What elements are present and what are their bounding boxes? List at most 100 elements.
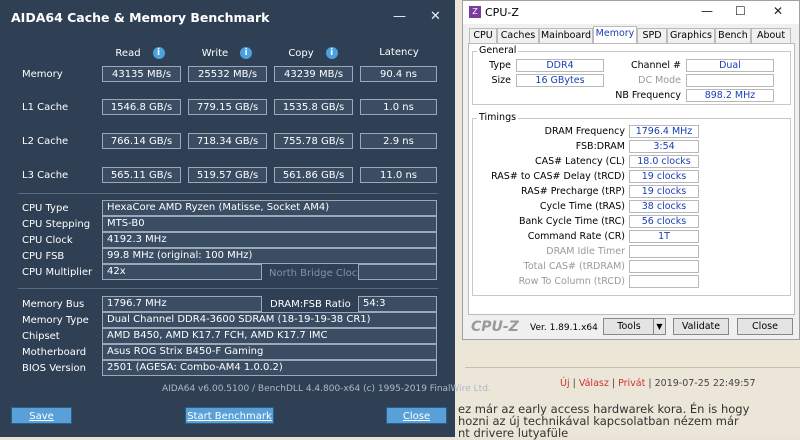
cpu-multiplier-value: 42x	[102, 264, 262, 280]
cpu-clock-value: 4192.3 MHz	[102, 232, 437, 248]
chipset-value: AMD B450, AMD K17.7 FCH, AMD K17.7 IMC	[102, 328, 437, 344]
l3-read-value: 565.11 GB/s	[102, 167, 181, 183]
cpu-type-value: HexaCore AMD Ryzen (Matisse, Socket AM4)	[102, 200, 437, 216]
close-button[interactable]: Close	[737, 318, 793, 335]
start-benchmark-button[interactable]: Start Benchmark	[185, 407, 274, 424]
memory-copy-value: 43239 MB/s	[274, 66, 353, 82]
version-text: Ver. 1.89.1.x64	[530, 323, 598, 333]
motherboard-value: Asus ROG Strix B450-F Gaming	[102, 344, 437, 360]
chevron-down-icon[interactable]: ▼	[653, 318, 666, 335]
save-button-label: Save	[29, 411, 54, 422]
dram-fsb-ratio-value: 54:3	[358, 296, 437, 312]
l1-write-value: 779.15 GB/s	[188, 99, 267, 115]
trp-value: 19 clocks	[629, 185, 699, 198]
l1-copy-value: 1535.8 GB/s	[274, 99, 353, 115]
memory-read-value: 43135 MB/s	[102, 66, 181, 82]
motherboard-label: Motherboard	[22, 347, 87, 358]
tab-memory[interactable]: Memory	[593, 26, 637, 43]
cpu-fsb-value: 99.8 MHz (original: 100 MHz)	[102, 248, 437, 264]
info-icon[interactable]: i	[240, 47, 253, 59]
tab-cpu[interactable]: CPU	[469, 28, 497, 43]
fsb-dram-label: FSB:DRAM	[575, 141, 625, 152]
cpu-type-label: CPU Type	[22, 203, 69, 214]
private-link[interactable]: Privát	[618, 378, 645, 389]
trc-label: Bank Cycle Time (tRC)	[518, 216, 625, 227]
chipset-label: Chipset	[22, 331, 60, 342]
tab-graphics[interactable]: Graphics	[667, 28, 715, 43]
title-bar: Z CPU-Z — ☐ ✕	[463, 1, 799, 24]
post-divider	[465, 367, 800, 368]
cpu-fsb-label: CPU FSB	[22, 251, 65, 262]
memory-type-label: Memory Type	[22, 315, 89, 326]
tab-caches[interactable]: Caches	[497, 28, 539, 43]
tools-button[interactable]: Tools	[603, 318, 655, 335]
memory-latency-value: 90.4 ns	[360, 66, 437, 82]
l3-copy-value: 561.86 GB/s	[274, 167, 353, 183]
copyright-footer: AIDA64 v6.00.5100 / BenchDLL 4.4.800-x64…	[162, 384, 491, 394]
memory-type-value: DDR4	[516, 59, 604, 72]
l2-write-value: 718.34 GB/s	[188, 133, 267, 149]
cpu-clock-label: CPU Clock	[22, 235, 73, 246]
window-title: AIDA64 Cache & Memory Benchmark	[11, 10, 270, 25]
cpuz-window: Z CPU-Z — ☐ ✕ CPU Caches Mainboard Memor…	[462, 0, 800, 340]
memory-bus-label: Memory Bus	[22, 299, 85, 310]
nb-frequency-value: 898.2 MHz	[686, 89, 774, 102]
quote-link[interactable]: Válasz	[579, 378, 609, 389]
tab-bench[interactable]: Bench	[715, 28, 751, 43]
save-button[interactable]: Save	[11, 407, 72, 424]
divider	[18, 193, 438, 194]
fsb-dram-value: 3:54	[629, 140, 699, 153]
close-icon[interactable]: ✕	[430, 9, 441, 24]
column-header-label: Write	[201, 48, 229, 59]
column-header-read: Read i	[105, 47, 175, 59]
tab-mainboard[interactable]: Mainboard	[539, 28, 593, 43]
nb-frequency-label: NB Frequency	[615, 90, 681, 101]
tab-about[interactable]: About	[751, 28, 791, 43]
tab-spd[interactable]: SPD	[637, 28, 667, 43]
close-button-label: Close	[402, 411, 431, 422]
trcd-label: RAS# to CAS# Delay (tRCD)	[491, 171, 625, 182]
close-icon[interactable]: ✕	[773, 4, 783, 18]
bios-version-label: BIOS Version	[22, 363, 86, 374]
cpu-multiplier-label: CPU Multiplier	[22, 267, 93, 278]
dc-mode-value	[686, 74, 774, 87]
dram-idle-timer-value	[629, 245, 699, 258]
minimize-icon[interactable]: —	[701, 4, 713, 18]
post-text-line: nt drivere lutyafüle	[458, 426, 569, 440]
close-button[interactable]: Close	[386, 407, 447, 424]
channel-value: Dual	[686, 59, 774, 72]
command-rate-label: Command Rate (CR)	[527, 231, 625, 242]
info-icon[interactable]: i	[325, 47, 338, 59]
dram-fsb-ratio-label: DRAM:FSB Ratio	[270, 299, 351, 310]
row-to-column-label: Row To Column (tRCD)	[518, 276, 625, 287]
l3-latency-value: 11.0 ns	[360, 167, 437, 183]
dram-frequency-value: 1796.4 MHz	[629, 125, 699, 138]
command-rate-value: 1T	[629, 230, 699, 243]
row-label-memory: Memory	[22, 69, 63, 80]
cpu-stepping-value: MTS-B0	[102, 216, 437, 232]
column-header-label: Copy	[288, 48, 314, 59]
info-icon[interactable]: i	[152, 47, 165, 59]
trp-label: RAS# Precharge (tRP)	[521, 186, 625, 197]
column-header-latency: Latency	[364, 47, 434, 58]
memory-type-value: Dual Channel DDR4-3600 SDRAM (18-19-19-3…	[102, 312, 437, 328]
column-header-label: Read	[115, 48, 141, 59]
l2-copy-value: 755.78 GB/s	[274, 133, 353, 149]
validate-button[interactable]: Validate	[673, 318, 729, 335]
row-label-l2: L2 Cache	[22, 136, 69, 147]
memory-panel: General Type DDR4 Size 16 GBytes Channel…	[468, 43, 795, 315]
row-to-column-value	[629, 275, 699, 288]
post-meta: Új | Válasz | Privát | 2019-07-25 22:49:…	[560, 378, 756, 389]
north-bridge-clock-label: North Bridge Clock	[269, 268, 364, 279]
tras-value: 38 clocks	[629, 200, 699, 213]
row-label-l1: L1 Cache	[22, 102, 69, 113]
reply-link[interactable]: Új	[560, 378, 570, 389]
l1-read-value: 1546.8 GB/s	[102, 99, 181, 115]
divider	[18, 288, 438, 289]
maximize-icon[interactable]: ☐	[735, 4, 746, 18]
post-date: 2019-07-25 22:49:57	[654, 378, 756, 389]
trcd-value: 19 clocks	[629, 170, 699, 183]
minimize-button[interactable]: —	[393, 9, 406, 24]
dram-idle-timer-label: DRAM Idle Timer	[546, 246, 625, 257]
cas-latency-value: 18.0 clocks	[629, 155, 699, 168]
